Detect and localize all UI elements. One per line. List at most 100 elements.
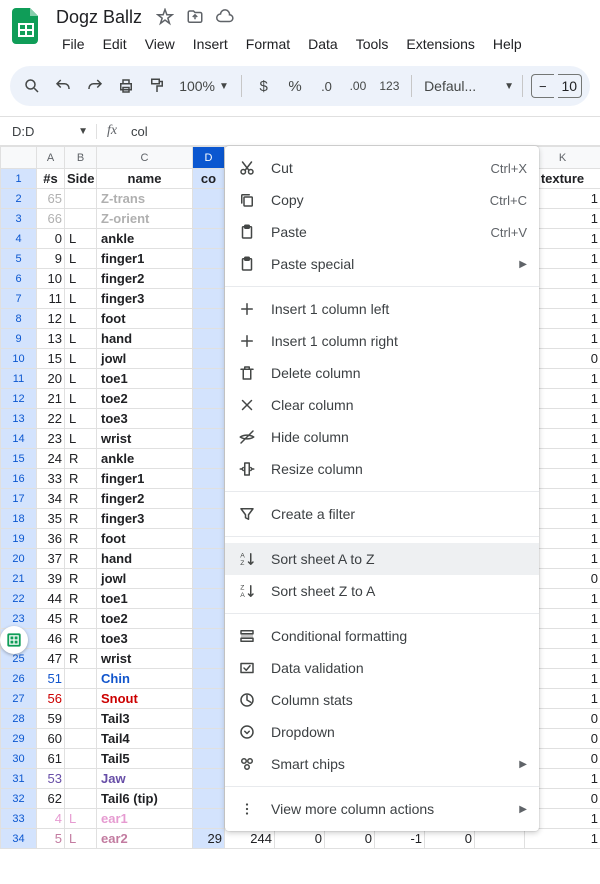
cell[interactable]: 15 (37, 349, 65, 369)
cell[interactable] (193, 689, 225, 709)
fontsize-input[interactable]: 10 (558, 74, 583, 98)
header-cell[interactable]: name (97, 169, 193, 189)
cell[interactable]: ear2 (97, 829, 193, 849)
cell[interactable] (193, 449, 225, 469)
cell[interactable]: 10 (37, 269, 65, 289)
cell[interactable] (65, 189, 97, 209)
cell[interactable] (193, 749, 225, 769)
cell[interactable]: L (65, 329, 97, 349)
cell[interactable]: 56 (37, 689, 65, 709)
cell[interactable]: toe3 (97, 629, 193, 649)
cell[interactable]: 65 (37, 189, 65, 209)
row-header-34[interactable]: 34 (1, 829, 37, 849)
row-header-4[interactable]: 4 (1, 229, 37, 249)
cell[interactable]: toe2 (97, 609, 193, 629)
ctx-copy[interactable]: CopyCtrl+C (225, 184, 539, 216)
cell[interactable]: R (65, 589, 97, 609)
row-header-6[interactable]: 6 (1, 269, 37, 289)
cell[interactable]: 12 (37, 309, 65, 329)
cell[interactable]: R (65, 529, 97, 549)
cell[interactable]: 22 (37, 409, 65, 429)
increase-decimal-icon[interactable]: .00 (344, 72, 371, 100)
col-header-D[interactable]: D (193, 147, 225, 169)
row-header-23[interactable]: 23 (1, 609, 37, 629)
row-header-30[interactable]: 30 (1, 749, 37, 769)
cell[interactable] (193, 289, 225, 309)
cell[interactable] (65, 729, 97, 749)
ctx-sort-sheet-a-to-z[interactable]: AZSort sheet A to Z (225, 543, 539, 575)
cell[interactable]: 62 (37, 789, 65, 809)
ctx-smart-chips[interactable]: Smart chips▶ (225, 748, 539, 780)
cell[interactable] (193, 429, 225, 449)
cell[interactable]: 5 (37, 829, 65, 849)
row-header-29[interactable]: 29 (1, 729, 37, 749)
row-header-22[interactable]: 22 (1, 589, 37, 609)
cell[interactable]: 59 (37, 709, 65, 729)
cell[interactable]: 34 (37, 489, 65, 509)
spreadsheet-grid[interactable]: ABCDEFGHIJK1#sSidenamecoptexture265Z-tra… (0, 146, 600, 849)
ctx-paste-special[interactable]: Paste special▶ (225, 248, 539, 280)
cell[interactable]: 1 (525, 829, 600, 849)
cell[interactable]: ankle (97, 449, 193, 469)
cell[interactable] (65, 209, 97, 229)
cell[interactable] (65, 769, 97, 789)
cell[interactable]: finger3 (97, 509, 193, 529)
cell[interactable] (65, 749, 97, 769)
col-header-C[interactable]: C (97, 147, 193, 169)
menu-help[interactable]: Help (485, 32, 530, 56)
cell[interactable]: 4 (37, 809, 65, 829)
cell[interactable]: 45 (37, 609, 65, 629)
currency-icon[interactable]: $ (250, 72, 277, 100)
cell[interactable]: -1 (375, 829, 425, 849)
row-header-2[interactable]: 2 (1, 189, 37, 209)
cell[interactable]: 23 (37, 429, 65, 449)
row-header-27[interactable]: 27 (1, 689, 37, 709)
cell[interactable] (65, 789, 97, 809)
decrease-decimal-icon[interactable]: .0↏ (313, 72, 340, 100)
row-header-18[interactable]: 18 (1, 509, 37, 529)
cell[interactable]: 53 (37, 769, 65, 789)
row-header-33[interactable]: 33 (1, 809, 37, 829)
cell[interactable]: toe3 (97, 409, 193, 429)
cell[interactable]: toe1 (97, 369, 193, 389)
cell[interactable] (193, 509, 225, 529)
cell[interactable] (193, 709, 225, 729)
cell[interactable]: 51 (37, 669, 65, 689)
cell[interactable]: 11 (37, 289, 65, 309)
menu-extensions[interactable]: Extensions (398, 32, 482, 56)
cell[interactable]: 21 (37, 389, 65, 409)
row-header-20[interactable]: 20 (1, 549, 37, 569)
cell[interactable] (193, 189, 225, 209)
cell[interactable]: 35 (37, 509, 65, 529)
cell[interactable]: L (65, 249, 97, 269)
ctx-create-a-filter[interactable]: Create a filter (225, 498, 539, 530)
sheets-logo[interactable] (8, 8, 44, 44)
menu-edit[interactable]: Edit (95, 32, 135, 56)
cell[interactable] (193, 789, 225, 809)
cell[interactable]: 13 (37, 329, 65, 349)
cell[interactable] (193, 409, 225, 429)
col-header-B[interactable]: B (65, 147, 97, 169)
menu-file[interactable]: File (54, 32, 93, 56)
cell[interactable]: toe2 (97, 389, 193, 409)
cell[interactable] (193, 609, 225, 629)
cell[interactable]: R (65, 629, 97, 649)
cell[interactable]: wrist (97, 429, 193, 449)
cell[interactable]: R (65, 449, 97, 469)
cell[interactable]: 29 (193, 829, 225, 849)
star-icon[interactable] (156, 8, 174, 26)
cell[interactable]: R (65, 509, 97, 529)
cell[interactable]: 37 (37, 549, 65, 569)
cell[interactable] (475, 829, 525, 849)
cell[interactable] (193, 349, 225, 369)
header-cell[interactable]: co (193, 169, 225, 189)
menu-tools[interactable]: Tools (348, 32, 397, 56)
cell[interactable]: 61 (37, 749, 65, 769)
cell[interactable]: L (65, 369, 97, 389)
row-header-1[interactable]: 1 (1, 169, 37, 189)
cell[interactable]: ear1 (97, 809, 193, 829)
cell[interactable]: R (65, 469, 97, 489)
zoom-selector[interactable]: 100%▼ (175, 78, 233, 94)
cell[interactable]: 0 (275, 829, 325, 849)
row-header-5[interactable]: 5 (1, 249, 37, 269)
